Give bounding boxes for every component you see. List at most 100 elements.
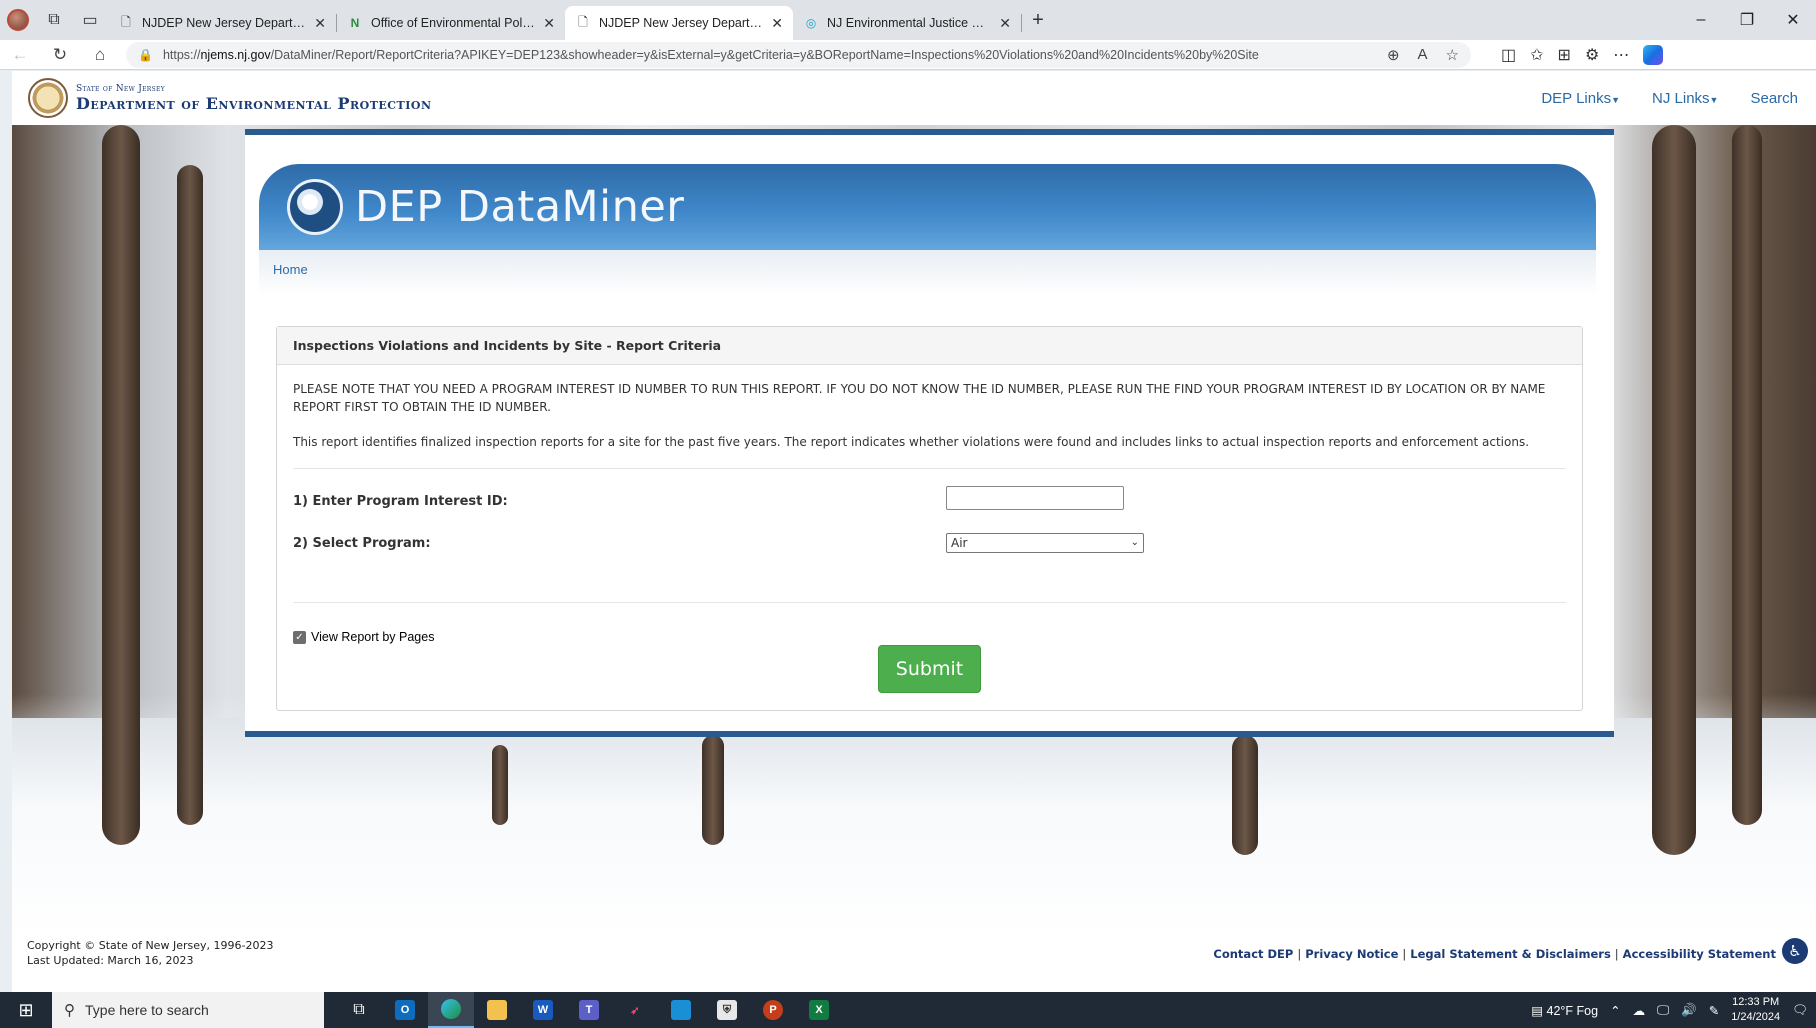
excel-icon[interactable]: X	[796, 992, 842, 1028]
url-prefix: https://	[162, 47, 201, 62]
more-menu-icon[interactable]: ⋯	[1613, 45, 1629, 65]
close-tab-icon[interactable]: ✕	[999, 15, 1011, 32]
weather-widget[interactable]: ▤ 42°F Fog	[1531, 1003, 1598, 1018]
program-select[interactable]: Air ⌄	[946, 533, 1144, 553]
volume-icon[interactable]: 🔊	[1681, 1003, 1697, 1018]
legal-statement-link[interactable]: Legal Statement & Disclaimers	[1410, 947, 1611, 961]
new-tab-button[interactable]: +	[1022, 0, 1054, 40]
pen-icon[interactable]: ✎	[1709, 1003, 1719, 1018]
close-tab-icon[interactable]: ✕	[543, 15, 555, 32]
browser-tab-4[interactable]: ◎ NJ Environmental Justice Mappin ✕	[793, 6, 1021, 40]
back-arrow-icon[interactable]: ←	[0, 40, 40, 70]
onedrive-icon[interactable]: ☁	[1633, 1003, 1646, 1018]
breadcrumb-area: Home	[259, 250, 1596, 296]
submit-button[interactable]: Submit	[878, 645, 981, 693]
home-icon[interactable]: ⌂	[80, 40, 120, 70]
contact-dep-link[interactable]: Contact DEP	[1213, 947, 1293, 961]
link-separator: |	[1614, 947, 1619, 961]
report-note: PLEASE NOTE THAT YOU NEED A PROGRAM INTE…	[293, 382, 1546, 414]
last-updated-text: Last Updated: March 16, 2023	[27, 954, 194, 967]
link-separator: |	[1297, 947, 1302, 961]
browser-toolbar: ◫ ✩ ⊞ ⚙ ⋯	[1501, 44, 1664, 65]
dataminer-banner: DEP DataMiner	[259, 164, 1596, 250]
view-by-pages-checkbox[interactable]: ✓ View Report by Pages	[293, 630, 434, 644]
report-criteria-card: Inspections Violations and Incidents by …	[276, 326, 1583, 711]
dep-globe-logo-icon	[287, 179, 343, 235]
teams-icon[interactable]: T	[566, 992, 612, 1028]
workspaces-icon[interactable]: ⧉	[36, 0, 72, 40]
file-explorer-icon[interactable]	[474, 992, 520, 1028]
nav-label: NJ Links	[1652, 89, 1710, 107]
chevron-up-icon[interactable]: ⌃	[1610, 1003, 1620, 1018]
network-icon[interactable]: 🖵	[1657, 1003, 1669, 1018]
read-aloud-icon[interactable]: A	[1418, 46, 1428, 64]
blue-app-icon[interactable]	[658, 992, 704, 1028]
favorite-star-icon[interactable]: ☆	[1446, 46, 1459, 64]
lock-icon[interactable]: 🔒	[138, 48, 153, 62]
privacy-notice-link[interactable]: Privacy Notice	[1305, 947, 1398, 961]
folder-glyph	[487, 1000, 507, 1020]
copyright-block: Copyright © State of New Jersey, 1996-20…	[27, 938, 273, 968]
refresh-icon[interactable]: ↻	[40, 40, 80, 70]
feather-app-icon[interactable]: ➶	[612, 992, 658, 1028]
outlook-icon[interactable]: O	[382, 992, 428, 1028]
collections-icon[interactable]: ⊞	[1558, 45, 1571, 65]
url-host: njems.nj.gov	[200, 47, 271, 62]
program-interest-id-input[interactable]	[946, 486, 1124, 510]
browser-tab-bar: ⧉ ▭ 🗋 NJDEP New Jersey Department o ✕ N …	[0, 0, 1816, 40]
close-tab-icon[interactable]: ✕	[314, 15, 326, 32]
browser-tab-2[interactable]: N Office of Environmental Policy ✕	[337, 6, 565, 40]
split-screen-icon[interactable]: ◫	[1501, 45, 1516, 65]
tree-trunk	[1732, 125, 1762, 825]
edge-browser-icon[interactable]	[428, 992, 474, 1028]
minimize-icon[interactable]: –	[1678, 0, 1724, 40]
zoom-icon[interactable]: ⊕	[1387, 46, 1400, 64]
accessibility-icon[interactable]: ♿	[1782, 938, 1808, 964]
task-view-icon[interactable]: ⧉	[336, 992, 382, 1028]
restore-icon[interactable]: ❐	[1724, 0, 1770, 40]
powerpoint-glyph: P	[763, 1000, 783, 1020]
site-footer: Copyright © State of New Jersey, 1996-20…	[12, 938, 1816, 992]
dataminer-title: DEP DataMiner	[355, 182, 685, 232]
address-bar: ← ↻ ⌂ 🔒 https://njems.nj.gov/DataMiner/R…	[0, 40, 1816, 70]
browser-tab-1[interactable]: 🗋 NJDEP New Jersey Department o ✕	[108, 6, 336, 40]
breadcrumb-home-link[interactable]: Home	[273, 262, 308, 277]
favorites-icon[interactable]: ✩	[1530, 45, 1543, 65]
weather-icon: ▤	[1531, 1003, 1547, 1018]
close-window-icon[interactable]: ✕	[1770, 0, 1816, 40]
search-icon: ⚲	[64, 1002, 75, 1019]
copilot-icon[interactable]	[1643, 44, 1664, 65]
taskbar-search-box[interactable]: ⚲ Type here to search	[52, 992, 324, 1028]
dep-links-menu[interactable]: DEP Links▼	[1541, 90, 1620, 107]
nj-state-seal-icon[interactable]	[28, 78, 68, 118]
powerpoint-icon[interactable]: P	[750, 992, 796, 1028]
program-interest-row: 1) Enter Program Interest ID:	[293, 469, 1566, 513]
notifications-icon[interactable]: 🗨	[1792, 1003, 1808, 1018]
state-line: State of New Jersey	[76, 83, 165, 94]
checkbox-label: View Report by Pages	[311, 630, 435, 644]
outlook-glyph: O	[395, 1000, 415, 1020]
nj-links-menu[interactable]: NJ Links▼	[1652, 90, 1718, 107]
url-field[interactable]: 🔒 https://njems.nj.gov/DataMiner/Report/…	[126, 41, 1471, 68]
search-link[interactable]: Search	[1750, 90, 1798, 107]
close-tab-icon[interactable]: ✕	[771, 15, 783, 32]
accessibility-statement-link[interactable]: Accessibility Statement	[1623, 947, 1776, 961]
dep-site-header: State of New Jersey Department of Enviro…	[12, 71, 1816, 125]
clock[interactable]: 12:33 PM 1/24/2024	[1731, 995, 1780, 1025]
caret-down-icon: ▼	[1709, 94, 1719, 105]
browser-tab-3[interactable]: 🗋 NJDEP New Jersey Department o ✕	[565, 6, 793, 40]
system-tray: ▤ 42°F Fog ⌃ ☁ 🖵 🔊 ✎ 12:33 PM 1/24/2024 …	[1531, 995, 1816, 1025]
profile-avatar-icon[interactable]	[0, 0, 36, 40]
tree-trunk	[1232, 735, 1258, 855]
tab-actions-icon[interactable]: ▭	[72, 0, 108, 40]
settings-shield-icon[interactable]: ⛨	[704, 992, 750, 1028]
extensions-icon[interactable]: ⚙	[1585, 45, 1599, 65]
edge-glyph	[441, 999, 461, 1019]
nav-label: DEP Links	[1541, 89, 1612, 107]
windows-start-icon[interactable]: ⊞	[0, 992, 52, 1028]
checkbox-checked-icon[interactable]: ✓	[293, 630, 306, 644]
tree-trunk	[492, 745, 508, 825]
tab-title: NJDEP New Jersey Department o	[599, 16, 763, 30]
dep-logo-text[interactable]: State of New Jersey Department of Enviro…	[76, 84, 432, 113]
word-icon[interactable]: W	[520, 992, 566, 1028]
